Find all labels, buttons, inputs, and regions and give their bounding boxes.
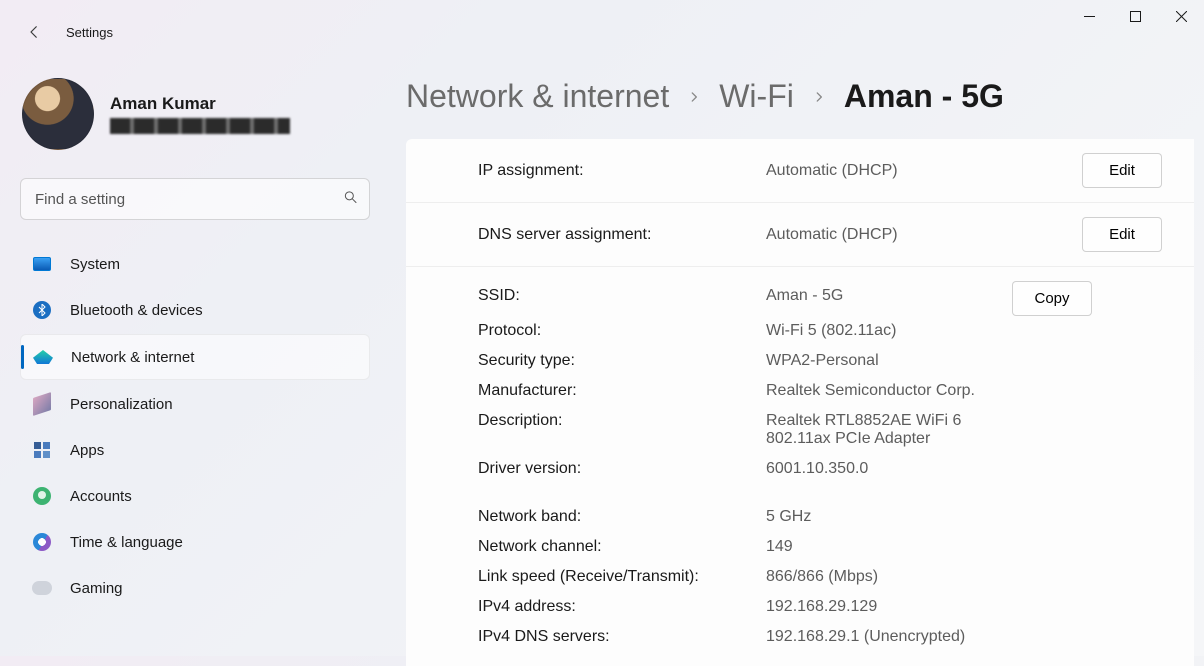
row-ip-assignment: IP assignment: Automatic (DHCP) Edit [406, 139, 1194, 202]
detail-label: Network band: [478, 502, 758, 532]
nav-system[interactable]: System [20, 242, 370, 286]
detail-label: SSID: [478, 281, 758, 316]
edit-ip-button[interactable]: Edit [1082, 153, 1162, 188]
detail-label: IPv4 DNS servers: [478, 622, 758, 652]
copy-button[interactable]: Copy [1012, 281, 1092, 316]
detail-value: 6001.10.350.0 [766, 454, 1004, 484]
network-details: SSID: Aman - 5G Copy Protocol: Wi-Fi 5 (… [406, 266, 1194, 666]
detail-value: 5 GHz [766, 502, 1004, 532]
nav-label: Accounts [70, 488, 132, 505]
nav-apps[interactable]: Apps [20, 428, 370, 472]
bluetooth-icon [32, 300, 52, 320]
profile-section[interactable]: Aman Kumar [20, 78, 370, 150]
nav-label: Time & language [70, 534, 183, 551]
row-dns-assignment: DNS server assignment: Automatic (DHCP) … [406, 202, 1194, 266]
row-value: Automatic (DHCP) [766, 226, 1004, 244]
nav-gaming[interactable]: Gaming [20, 566, 370, 610]
detail-label: Network channel: [478, 532, 758, 562]
nav-time[interactable]: Time & language [20, 520, 370, 564]
detail-label: Protocol: [478, 316, 758, 346]
sidebar: Aman Kumar System Bluetooth & devices Ne… [0, 50, 390, 666]
nav-label: System [70, 256, 120, 273]
settings-panel: IP assignment: Automatic (DHCP) Edit DNS… [406, 139, 1194, 666]
detail-value: WPA2-Personal [766, 346, 1004, 376]
gamepad-icon [32, 578, 52, 598]
close-button[interactable] [1158, 0, 1204, 32]
nav-network[interactable]: Network & internet [20, 334, 370, 380]
row-label: DNS server assignment: [478, 226, 758, 244]
brush-icon [32, 394, 52, 414]
nav: System Bluetooth & devices Network & int… [20, 242, 370, 610]
nav-accounts[interactable]: Accounts [20, 474, 370, 518]
detail-value: Wi-Fi 5 (802.11ac) [766, 316, 1004, 346]
apps-icon [32, 440, 52, 460]
detail-value: 192.168.29.1 (Unencrypted) [766, 622, 1004, 652]
chevron-right-icon [812, 90, 826, 104]
nav-label: Bluetooth & devices [70, 302, 203, 319]
detail-label: Manufacturer: [478, 376, 758, 406]
person-icon [32, 486, 52, 506]
app-title: Settings [66, 25, 113, 40]
clock-globe-icon [32, 532, 52, 552]
window-controls [1066, 0, 1204, 32]
crumb-current: Aman - 5G [844, 78, 1004, 115]
nav-personalization[interactable]: Personalization [20, 382, 370, 426]
nav-label: Apps [70, 442, 104, 459]
maximize-button[interactable] [1112, 0, 1158, 32]
monitor-icon [32, 254, 52, 274]
detail-value: Realtek RTL8852AE WiFi 6 802.11ax PCIe A… [766, 406, 1004, 454]
profile-name: Aman Kumar [110, 94, 290, 114]
detail-label: Driver version: [478, 454, 758, 484]
edit-dns-button[interactable]: Edit [1082, 217, 1162, 252]
nav-label: Personalization [70, 396, 173, 413]
detail-value: 149 [766, 532, 1004, 562]
crumb-network[interactable]: Network & internet [406, 78, 669, 115]
row-label: IP assignment: [478, 162, 758, 180]
detail-value: Aman - 5G [766, 281, 1004, 316]
nav-label: Gaming [70, 580, 123, 597]
wifi-icon [33, 347, 53, 367]
search-wrap [20, 178, 370, 220]
minimize-button[interactable] [1066, 0, 1112, 32]
detail-label: Link speed (Receive/Transmit): [478, 562, 758, 592]
nav-label: Network & internet [71, 349, 194, 366]
chevron-right-icon [687, 90, 701, 104]
avatar [22, 78, 94, 150]
detail-label: IPv4 address: [478, 592, 758, 622]
breadcrumb: Network & internet Wi-Fi Aman - 5G [406, 78, 1194, 115]
detail-label: Description: [478, 406, 758, 454]
detail-value: 192.168.29.129 [766, 592, 1004, 622]
crumb-wifi[interactable]: Wi-Fi [719, 78, 794, 115]
back-button[interactable] [16, 14, 52, 50]
search-input[interactable] [20, 178, 370, 220]
detail-value: 866/866 (Mbps) [766, 562, 1004, 592]
detail-value: Realtek Semiconductor Corp. [766, 376, 1004, 406]
title-bar: Settings [0, 0, 1204, 50]
nav-bluetooth[interactable]: Bluetooth & devices [20, 288, 370, 332]
row-value: Automatic (DHCP) [766, 162, 1004, 180]
profile-email-redacted [110, 118, 290, 134]
content: Network & internet Wi-Fi Aman - 5G IP as… [390, 50, 1204, 666]
detail-label: Security type: [478, 346, 758, 376]
